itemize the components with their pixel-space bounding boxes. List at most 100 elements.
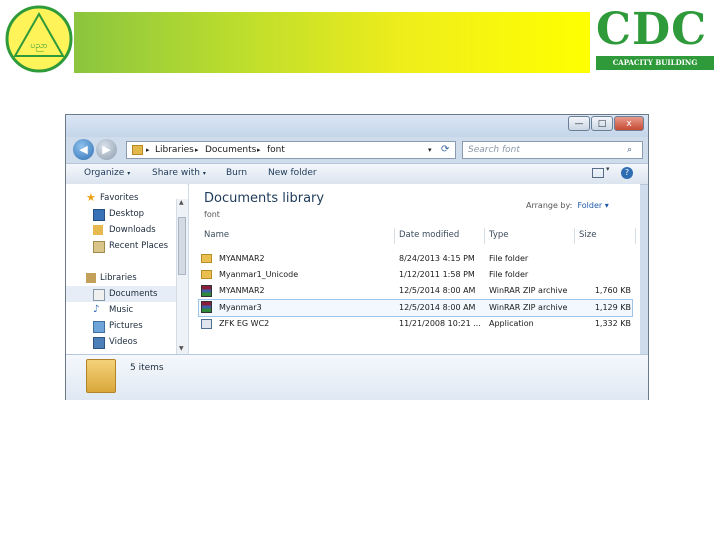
pictures-icon [93, 321, 105, 333]
title-bar: — □ x [66, 115, 648, 137]
column-divider[interactable] [484, 228, 485, 244]
videos-icon [93, 337, 105, 349]
nav-item-desktop-label: Desktop [109, 209, 145, 219]
star-icon: ★ [86, 191, 96, 204]
status-bar: 5 items [66, 354, 648, 400]
file-row[interactable]: Myanmar1_Unicode 1/12/2011 1:58 PM File … [198, 267, 631, 283]
nav-item-recent-places[interactable]: Recent Places [66, 238, 176, 254]
file-size [579, 267, 631, 283]
nav-item-music-label: Music [109, 305, 134, 315]
search-icon[interactable]: ⌕ [627, 142, 632, 158]
libraries-icon [86, 273, 96, 283]
nav-item-videos[interactable]: Videos [66, 334, 176, 350]
file-name: ZFK EG WC2 [219, 319, 270, 328]
share-with-label: Share with [152, 168, 200, 178]
seal-logo: ပညာ [4, 4, 74, 74]
explorer-window: — □ x ◀ ▶ ▸ Libraries ▸ Documents ▸ font… [65, 114, 649, 400]
column-divider[interactable] [574, 228, 575, 244]
folder-icon [86, 359, 116, 393]
seal-text: ပညာ [30, 41, 48, 52]
file-list-pane: Documents library font Arrange by: Folde… [189, 184, 640, 354]
scroll-up-icon[interactable]: ▲ [179, 199, 184, 206]
documents-icon [93, 289, 105, 301]
file-type: WinRAR ZIP archive [489, 303, 568, 312]
breadcrumb-libraries[interactable]: Libraries [155, 142, 194, 158]
chevron-down-icon: ▾ [127, 170, 131, 177]
music-icon: ♪ [93, 304, 100, 315]
chevron-down-icon[interactable]: ▾ [606, 165, 610, 173]
view-options-icon[interactable] [592, 168, 604, 178]
file-size: 1,332 KB [594, 319, 631, 328]
search-input[interactable]: Search font ⌕ [462, 141, 643, 159]
close-button[interactable]: x [614, 116, 644, 131]
arrange-by-dropdown[interactable]: Folder ▾ [577, 201, 608, 210]
refresh-icon[interactable]: ⟳ [441, 142, 449, 158]
search-placeholder: Search font [468, 145, 520, 155]
burn-button[interactable]: Burn [226, 164, 247, 183]
chevron-down-icon: ▾ [604, 201, 609, 210]
column-header-date-modified[interactable]: Date modified [399, 230, 459, 244]
file-row-selected[interactable]: Myanmar3 12/5/2014 8:00 AM WinRAR ZIP ar… [198, 299, 633, 317]
file-size: 1,129 KB [594, 303, 631, 312]
library-subtitle: font [204, 210, 220, 219]
nav-item-music[interactable]: ♪ Music [66, 302, 176, 318]
new-folder-button[interactable]: New folder [268, 164, 317, 183]
scroll-down-icon[interactable]: ▼ [179, 345, 184, 352]
nav-libraries[interactable]: Libraries [66, 270, 176, 286]
file-row[interactable]: MYANMAR2 8/24/2013 4:15 PM File folder [198, 251, 631, 267]
nav-item-videos-label: Videos [109, 337, 138, 347]
nav-item-desktop[interactable]: Desktop [66, 206, 176, 222]
file-name: Myanmar3 [219, 303, 262, 312]
forward-button[interactable]: ▶ [96, 139, 117, 160]
help-icon[interactable]: ? [621, 167, 633, 179]
nav-favorites-label: Favorites [100, 193, 139, 203]
column-divider[interactable] [635, 228, 636, 244]
organize-button[interactable]: Organize ▾ [84, 164, 130, 183]
nav-scrollbar[interactable]: ▲ ▼ [176, 199, 188, 354]
file-type: File folder [489, 270, 529, 279]
file-date: 12/5/2014 8:00 AM [399, 303, 476, 312]
address-bar[interactable]: ▸ Libraries ▸ Documents ▸ font ▾ ⟳ [126, 141, 456, 159]
cdc-logo-tagline: CAPACITY BUILDING CENTER [596, 56, 714, 81]
nav-item-documents[interactable]: Documents [66, 286, 176, 302]
file-size [579, 251, 631, 267]
file-type: WinRAR ZIP archive [489, 286, 568, 295]
nav-item-documents-label: Documents [109, 289, 158, 299]
nav-item-downloads[interactable]: Downloads [66, 222, 176, 238]
column-header-name[interactable]: Name [204, 230, 229, 244]
file-size: 1,760 KB [594, 286, 631, 295]
nav-favorites[interactable]: ★ Favorites [66, 190, 176, 206]
breadcrumb-documents[interactable]: Documents [205, 142, 256, 158]
file-row[interactable]: ZFK EG WC2 11/21/2008 10:21 ... Applicat… [198, 316, 631, 332]
cdc-logo-letters: CDC [596, 4, 708, 55]
navigation-pane: ★ Favorites Desktop Downloads Recent Pla… [66, 184, 188, 354]
nav-item-pictures[interactable]: Pictures [66, 318, 176, 334]
library-title: Documents library [204, 191, 325, 206]
cdc-logo: CDC CAPACITY BUILDING CENTER [596, 4, 714, 81]
file-date: 12/5/2014 8:00 AM [399, 286, 476, 295]
file-row[interactable]: MYANMAR2 12/5/2014 8:00 AM WinRAR ZIP ar… [198, 283, 631, 299]
file-type: Application [489, 319, 534, 328]
breadcrumb-separator-icon: ▸ [195, 146, 199, 154]
address-dropdown-icon[interactable]: ▾ [428, 142, 432, 158]
folder-icon [201, 254, 212, 263]
breadcrumb-font[interactable]: font [267, 142, 285, 158]
column-divider[interactable] [394, 228, 395, 244]
minimize-button[interactable]: — [568, 116, 590, 131]
file-name: MYANMAR2 [219, 254, 265, 263]
file-name: MYANMAR2 [219, 286, 265, 295]
file-type: File folder [489, 254, 529, 263]
desktop-icon [93, 209, 105, 221]
nav-item-pictures-label: Pictures [109, 321, 143, 331]
chevron-down-icon: ▾ [202, 170, 206, 177]
share-with-button[interactable]: Share with ▾ [152, 164, 206, 183]
column-header-type[interactable]: Type [489, 230, 509, 244]
scrollbar-thumb[interactable] [178, 217, 186, 275]
column-header-size[interactable]: Size [579, 230, 596, 244]
breadcrumb-separator-icon: ▸ [146, 146, 150, 154]
maximize-button[interactable]: □ [591, 116, 613, 131]
back-button[interactable]: ◀ [73, 139, 94, 160]
nav-item-recent-places-label: Recent Places [109, 241, 169, 251]
arrange-by: Arrange by: Folder ▾ [526, 201, 609, 210]
arrange-by-label: Arrange by: [526, 201, 573, 210]
